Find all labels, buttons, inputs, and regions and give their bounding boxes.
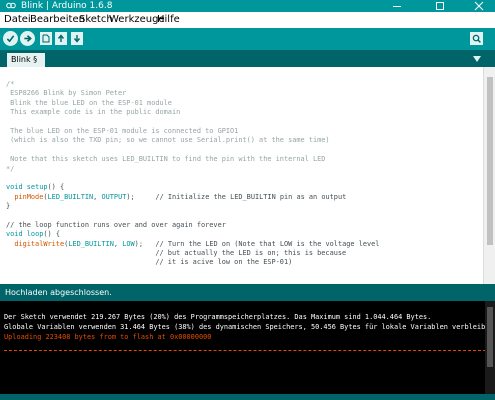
- code-line[interactable]: Note that this sketch uses LED_BUILTIN t…: [6, 155, 379, 164]
- new-file-icon: [42, 34, 50, 43]
- serial-monitor-button[interactable]: [470, 32, 483, 45]
- code-token: ,: [113, 239, 123, 248]
- console-scrollbar-thumb[interactable]: [487, 307, 493, 367]
- code-editor[interactable]: /* ESP8266 Blink by Simon Peter Blink th…: [0, 67, 483, 284]
- code-token: // but actually the LED is on; this is b…: [6, 249, 347, 258]
- console-line: Globale Variablen verwenden 31.464 Bytes…: [4, 323, 494, 331]
- code-token: void: [6, 230, 23, 239]
- close-icon: [474, 1, 484, 11]
- magnifier-icon: [472, 34, 481, 43]
- code-line[interactable]: /*: [6, 80, 379, 89]
- code-token: // the loop function runs over and over …: [6, 220, 226, 229]
- code-line[interactable]: */: [6, 165, 379, 174]
- triangle-down-icon[interactable]: [472, 55, 482, 63]
- minimize-button[interactable]: [384, 0, 410, 12]
- code-token: digitalWrite: [14, 239, 65, 248]
- verify-button[interactable]: [3, 31, 18, 46]
- code-token: ); // Turn the LED on (Note that LOW is …: [134, 239, 380, 248]
- menu-hilfe[interactable]: Hilfe: [157, 12, 180, 28]
- code-token: This example code is in the public domai…: [6, 108, 181, 117]
- maximize-button[interactable]: [427, 0, 453, 12]
- code-line[interactable]: // the loop function runs over and over …: [6, 221, 379, 230]
- code-token: OUTPUT: [101, 192, 127, 201]
- editor-scrollbar-thumb[interactable]: [487, 77, 493, 245]
- upload-button[interactable]: [20, 31, 35, 46]
- arrow-right-icon: [24, 35, 32, 42]
- console-separator: [4, 350, 491, 351]
- status-bar: Hochladen abgeschlossen.: [0, 284, 495, 301]
- menu-sketch[interactable]: Sketch: [79, 12, 113, 28]
- code-token: (which is also the TXD pin; so we cannot…: [6, 136, 330, 145]
- code-line[interactable]: [6, 174, 379, 183]
- code-line[interactable]: void setup() {: [6, 183, 379, 192]
- tab-bar: Blink §: [0, 50, 495, 67]
- code-token: ); // Initialize the LED_BUILTIN pin as …: [126, 192, 347, 201]
- menu-bearbeiten[interactable]: Bearbeiten: [30, 12, 85, 28]
- code-line[interactable]: The blue LED on the ESP-01 module is con…: [6, 127, 379, 136]
- code-line[interactable]: void loop() {: [6, 230, 379, 239]
- new-button[interactable]: [40, 32, 52, 45]
- console-scrollbar[interactable]: [485, 301, 495, 394]
- arrow-up-icon: [57, 34, 65, 42]
- code-token: () {: [47, 183, 65, 192]
- tab-blink[interactable]: Blink §: [7, 53, 45, 67]
- maximize-icon: [436, 2, 444, 10]
- minimize-icon: [393, 6, 401, 7]
- code-line[interactable]: [6, 146, 379, 155]
- close-button[interactable]: [466, 0, 492, 12]
- window-title: Blink | Arduino 1.6.8: [21, 1, 113, 11]
- code-line[interactable]: // it is acive low on the ESP-01): [6, 258, 379, 267]
- code-token: */: [6, 164, 15, 173]
- code-token: }: [6, 202, 11, 211]
- code-token: LED_BUILTIN: [47, 192, 94, 201]
- open-button[interactable]: [55, 32, 67, 45]
- menu-bar: Datei Bearbeiten Sketch Werkzeuge Hilfe: [0, 12, 495, 28]
- editor-scrollbar[interactable]: [483, 67, 495, 284]
- code-line[interactable]: [6, 211, 379, 220]
- code-line[interactable]: (which is also the TXD pin; so we cannot…: [6, 136, 379, 145]
- code-token: Note that this sketch uses LED_BUILTIN t…: [6, 155, 326, 164]
- toolbar: [0, 28, 495, 50]
- code-line[interactable]: [6, 118, 379, 127]
- arrow-down-icon: [73, 35, 81, 43]
- menu-datei[interactable]: Datei: [4, 12, 31, 28]
- code-token: Blink the blue LED on the ESP-01 module: [6, 98, 172, 107]
- code-token: The blue LED on the ESP-01 module is con…: [6, 126, 239, 135]
- console-line: Uploading 223408 bytes from to flash at …: [4, 333, 212, 341]
- code-line[interactable]: Blink the blue LED on the ESP-01 module: [6, 99, 379, 108]
- bottom-bar: [0, 394, 495, 400]
- code-token: loop: [26, 230, 44, 239]
- code-token: pinMode: [14, 192, 44, 201]
- code-line[interactable]: // but actually the LED is on; this is b…: [6, 249, 379, 258]
- check-icon: [6, 35, 15, 43]
- code-token: LOW: [122, 239, 135, 248]
- code-line[interactable]: digitalWrite(LED_BUILTIN, LOW); // Turn …: [6, 240, 379, 249]
- code-line[interactable]: }: [6, 202, 379, 211]
- code-line[interactable]: This example code is in the public domai…: [6, 108, 379, 117]
- code-line[interactable]: ESP8266 Blink by Simon Peter: [6, 89, 379, 98]
- code-token: ESP8266 Blink by Simon Peter: [6, 89, 127, 98]
- code-token: /*: [6, 80, 15, 88]
- code-text[interactable]: /* ESP8266 Blink by Simon Peter Blink th…: [6, 80, 379, 268]
- console-output: Der Sketch verwendet 219.267 Bytes (20%)…: [0, 301, 495, 394]
- title-bar: Blink | Arduino 1.6.8: [0, 0, 495, 12]
- code-line[interactable]: pinMode(LED_BUILTIN, OUTPUT); // Initial…: [6, 193, 379, 202]
- code-token: void: [6, 183, 23, 192]
- code-token: setup: [26, 183, 48, 192]
- code-token: // it is acive low on the ESP-01): [6, 258, 293, 267]
- code-token: LED_BUILTIN: [68, 239, 114, 248]
- arduino-logo-icon: [6, 2, 16, 9]
- console-line: Der Sketch verwendet 219.267 Bytes (20%)…: [4, 313, 432, 321]
- save-button[interactable]: [71, 32, 83, 45]
- code-token: () {: [43, 230, 60, 239]
